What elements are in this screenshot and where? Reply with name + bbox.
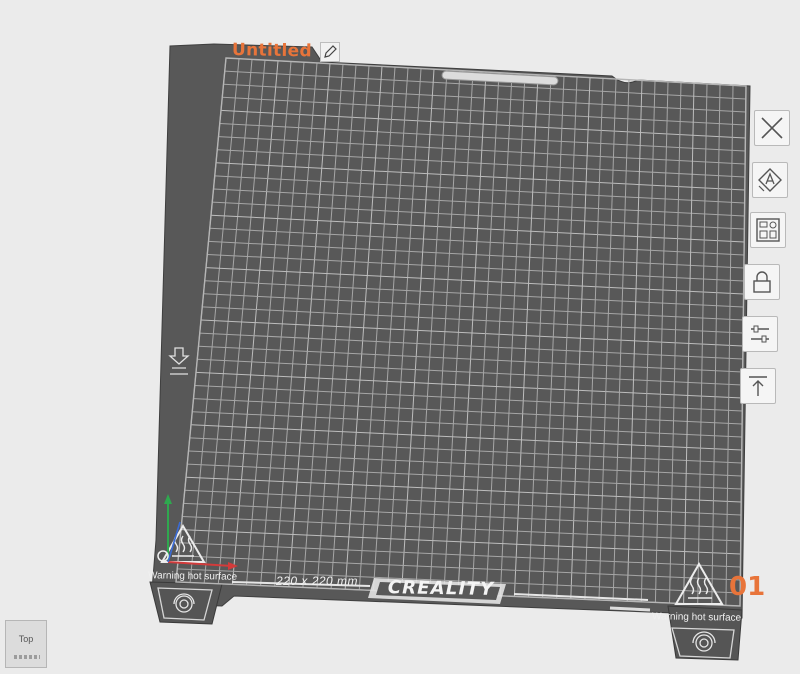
lock-button[interactable] — [744, 264, 780, 300]
arrange-icon — [756, 218, 780, 242]
edit-plate-name-button[interactable] — [320, 42, 340, 62]
pencil-icon — [324, 45, 337, 58]
plate-size-label: 220 x 220 mm — [276, 574, 359, 588]
view-cube[interactable]: Top — [5, 620, 47, 668]
delete-plate-button[interactable] — [754, 110, 790, 146]
warning-label-left: Warning hot surface — [147, 570, 238, 583]
plate-settings-button[interactable] — [742, 316, 778, 352]
warning-label-right: Warning hot surface — [651, 611, 742, 624]
arrange-button[interactable] — [750, 212, 786, 248]
sliders-icon — [751, 325, 769, 343]
lock-icon — [753, 271, 771, 293]
view-cube-face-label: Top — [18, 634, 34, 644]
auto-orient-button[interactable] — [752, 162, 788, 198]
arrow-up-icon — [749, 376, 767, 396]
orient-icon — [758, 168, 782, 192]
plate-number: 01 — [729, 572, 766, 602]
brand-logo: CREALITY — [387, 576, 495, 600]
move-to-top-button[interactable] — [740, 368, 776, 404]
close-icon — [761, 117, 783, 139]
plate-title[interactable]: Untitled — [232, 40, 312, 61]
build-plate-scene[interactable] — [0, 0, 800, 674]
